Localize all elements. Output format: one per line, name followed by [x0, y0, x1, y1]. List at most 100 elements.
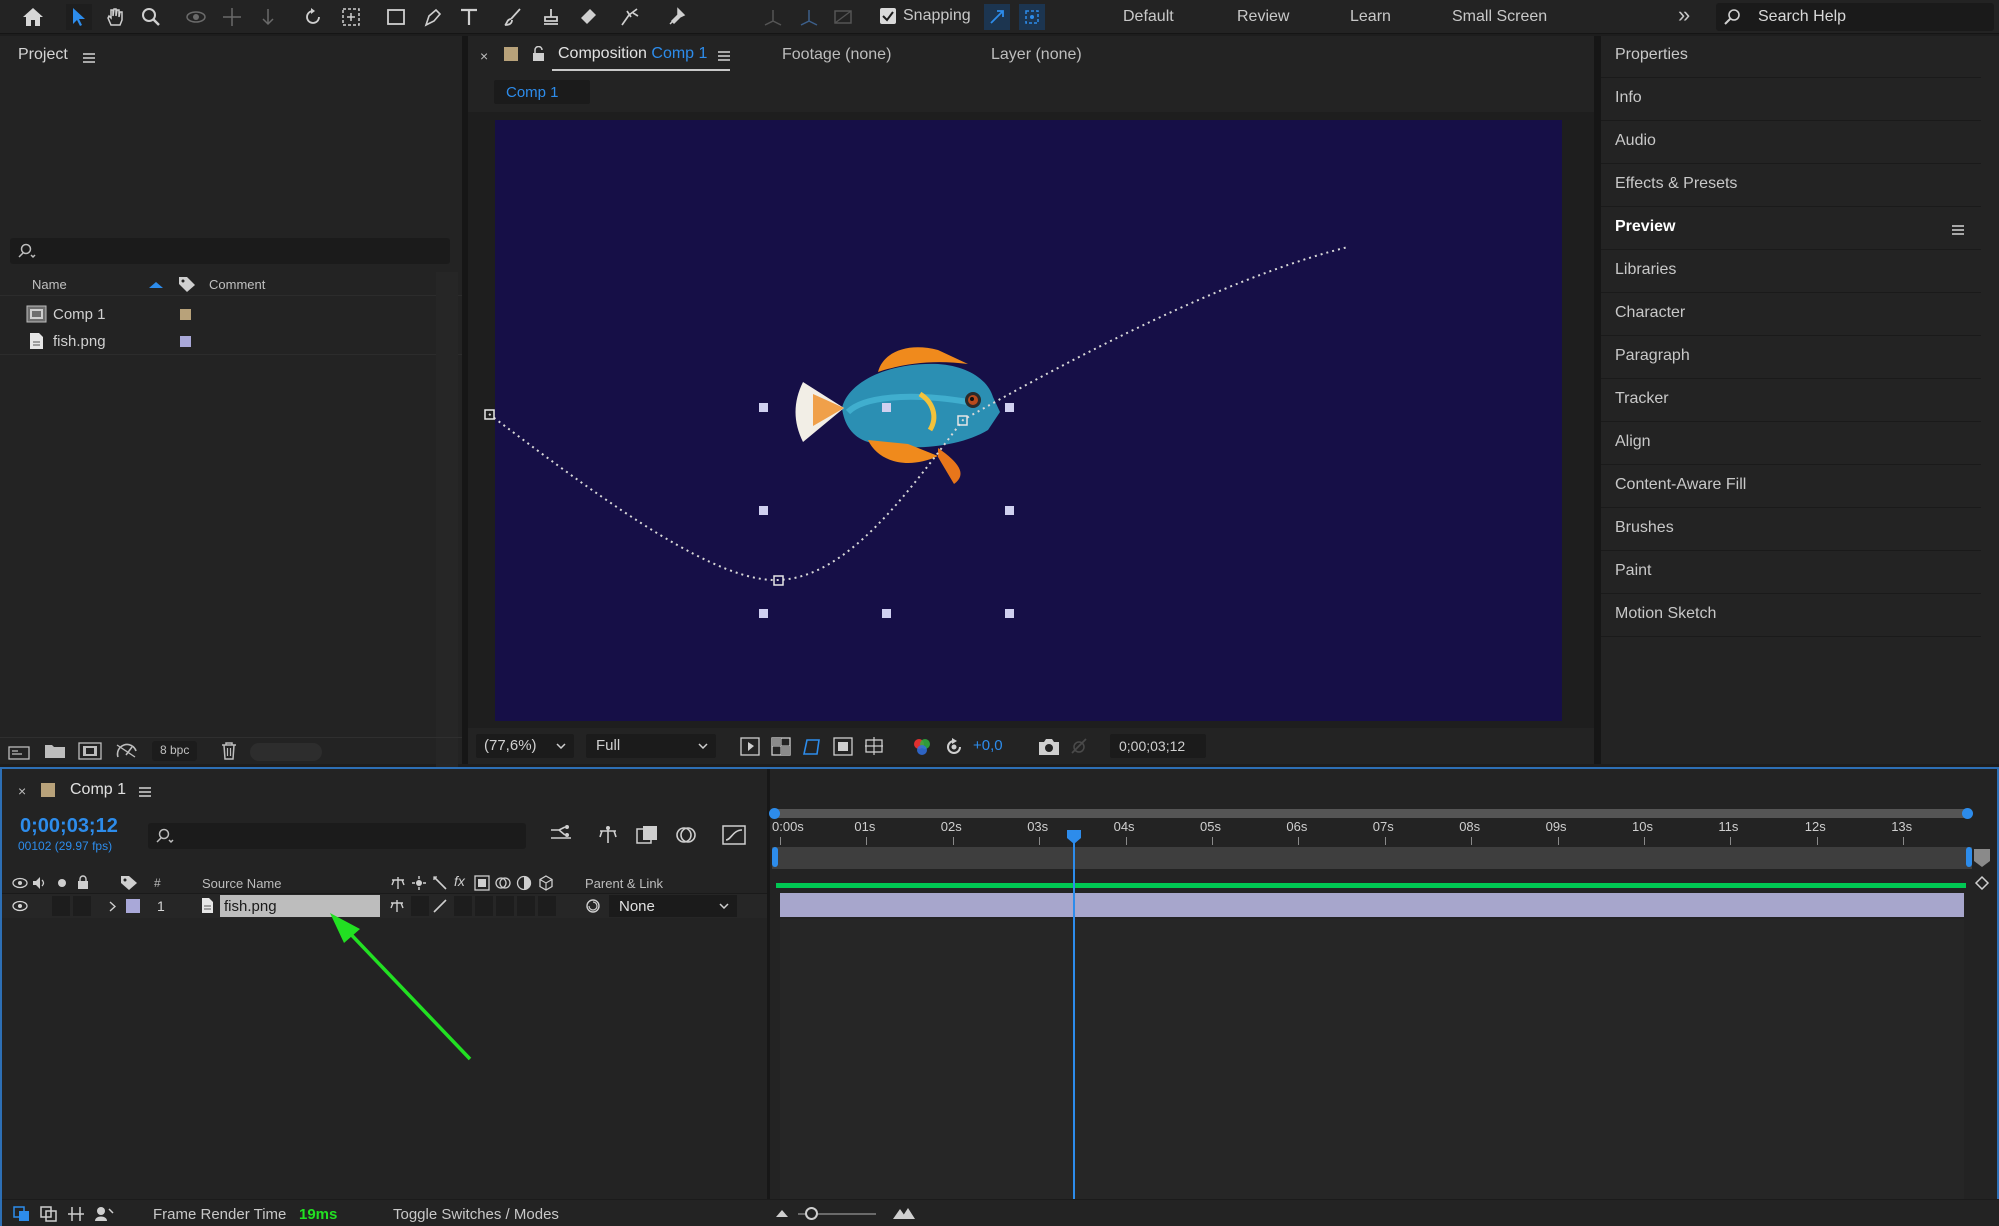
trash-icon[interactable]: [221, 741, 237, 760]
snapping-toggle[interactable]: Snapping: [880, 7, 971, 25]
expand-chevron-icon[interactable]: [109, 901, 116, 912]
character-panel-header[interactable]: Character: [1601, 294, 1981, 336]
zoom-dropdown[interactable]: (77,6%): [476, 734, 574, 758]
properties-panel-header[interactable]: Properties: [1601, 36, 1981, 78]
parent-dropdown[interactable]: None: [609, 895, 737, 917]
show-snapshot-icon[interactable]: [1068, 737, 1090, 756]
comp-breadcrumb[interactable]: Comp 1: [494, 80, 590, 104]
workspace-review[interactable]: Review: [1237, 8, 1289, 26]
info-panel-header[interactable]: Info: [1601, 79, 1981, 121]
3d-layer-header-icon[interactable]: [538, 875, 554, 891]
thumbnail-slider[interactable]: [250, 743, 322, 761]
lock-switch[interactable]: [73, 896, 91, 916]
align-panel-header[interactable]: Align: [1601, 423, 1981, 465]
selection-tool-icon[interactable]: [66, 4, 92, 30]
time-navigator[interactable]: [769, 805, 1973, 819]
lock-icon[interactable]: [532, 46, 545, 62]
viewer-canvas-area[interactable]: [468, 112, 1594, 728]
new-composition-icon[interactable]: [78, 742, 102, 760]
fish-image[interactable]: [795, 347, 1001, 484]
snap-edges-icon[interactable]: [984, 4, 1010, 30]
solo-icon[interactable]: [57, 878, 67, 888]
snapshot-camera-icon[interactable]: [1038, 737, 1060, 756]
current-time-display[interactable]: 0;00;03;12: [20, 815, 118, 838]
sort-ascending-icon[interactable]: [148, 281, 164, 289]
work-area-start-handle[interactable]: [772, 847, 778, 867]
3d-switch[interactable]: [538, 896, 556, 916]
label-color-swatch[interactable]: [180, 309, 191, 320]
shy-layers-icon[interactable]: [596, 824, 620, 846]
bounding-handle[interactable]: [759, 609, 768, 618]
workspace-small-screen[interactable]: Small Screen: [1452, 8, 1547, 26]
eraser-tool-icon[interactable]: [575, 4, 601, 30]
timeline-split-divider[interactable]: [767, 769, 770, 1199]
name-column-header[interactable]: Name: [32, 277, 67, 292]
parent-pickwhip-icon[interactable]: [585, 898, 601, 914]
toggle-switches-modes-button[interactable]: Toggle Switches / Modes: [393, 1206, 559, 1223]
workspace-learn[interactable]: Learn: [1350, 8, 1391, 26]
label-tag-icon[interactable]: [178, 276, 196, 293]
panel-divider[interactable]: [1594, 36, 1601, 764]
preview-panel-header[interactable]: Preview: [1601, 208, 1981, 250]
project-settings-icon[interactable]: [115, 742, 139, 760]
video-visibility-icon[interactable]: [12, 877, 28, 889]
zoom-out-mountain-icon[interactable]: [775, 1208, 789, 1218]
close-tab-icon[interactable]: ×: [18, 783, 26, 799]
new-folder-icon[interactable]: [44, 743, 66, 759]
frame-blend-header-icon[interactable]: [474, 875, 490, 891]
viewer-panel-menu-icon[interactable]: [718, 49, 730, 67]
zoom-in-mountains-icon[interactable]: [892, 1206, 916, 1220]
comment-column-header[interactable]: Comment: [209, 277, 265, 292]
workspace-default[interactable]: Default: [1123, 8, 1174, 26]
composition-tab[interactable]: Composition Comp 1: [558, 45, 707, 63]
close-tab-icon[interactable]: ×: [480, 48, 488, 64]
mask-path-visibility-icon[interactable]: [802, 737, 822, 756]
preview-panel-menu-icon[interactable]: [1952, 223, 1964, 241]
motion-blur-header-icon[interactable]: [495, 875, 511, 891]
bounding-handle[interactable]: [759, 506, 768, 515]
render-time-icon[interactable]: [94, 1205, 114, 1223]
label-tag-icon[interactable]: [120, 875, 138, 891]
navigator-start-handle[interactable]: [769, 808, 780, 819]
bounding-handle[interactable]: [1005, 609, 1014, 618]
bounding-handle[interactable]: [882, 609, 891, 618]
bounding-handle[interactable]: [759, 403, 768, 412]
motion-sketch-panel-header[interactable]: Motion Sketch: [1601, 595, 1981, 637]
view-axis-icon[interactable]: [830, 4, 856, 30]
clone-stamp-icon[interactable]: [538, 4, 564, 30]
paint-panel-header[interactable]: Paint: [1601, 552, 1981, 594]
world-axis-icon[interactable]: [796, 4, 822, 30]
content-aware-fill-panel-header[interactable]: Content-Aware Fill: [1601, 466, 1981, 508]
shy-switch-header-icon[interactable]: [390, 875, 406, 891]
lock-icon[interactable]: [77, 875, 89, 890]
pan-camera-icon[interactable]: [219, 4, 245, 30]
bounding-handle[interactable]: [1005, 506, 1014, 515]
region-of-interest-icon[interactable]: [833, 737, 853, 756]
comp-mini-flowchart-icon[interactable]: [549, 824, 573, 846]
quality-header-icon[interactable]: [432, 875, 448, 891]
graph-editor-icon[interactable]: [721, 822, 747, 846]
type-tool-icon[interactable]: [456, 4, 482, 30]
pen-tool-icon[interactable]: [420, 4, 446, 30]
in-out-stretch-icon[interactable]: [67, 1205, 85, 1223]
project-scrollbar[interactable]: [436, 272, 458, 772]
timeline-comp-tab[interactable]: Comp 1: [70, 781, 126, 799]
viewer-timecode[interactable]: 0;00;03;12: [1110, 734, 1206, 758]
time-navigator-bar[interactable]: [772, 809, 1972, 818]
layer-label-swatch[interactable]: [126, 899, 140, 913]
grid-guides-icon[interactable]: [864, 736, 884, 756]
collapse-transform-header-icon[interactable]: [411, 875, 427, 891]
paragraph-panel-header[interactable]: Paragraph: [1601, 337, 1981, 379]
audio-speaker-icon[interactable]: [32, 876, 48, 890]
brush-tool-icon[interactable]: [500, 4, 526, 30]
exposure-value[interactable]: +0,0: [973, 737, 1003, 754]
dolly-camera-icon[interactable]: [255, 4, 281, 30]
footage-tab[interactable]: Footage (none): [782, 46, 891, 64]
timeline-zoom-slider-knob[interactable]: [805, 1207, 818, 1220]
solo-switch[interactable]: [52, 896, 70, 916]
bounding-handle[interactable]: [882, 403, 891, 412]
project-item-comp-1[interactable]: Comp 1: [0, 302, 462, 328]
project-item-fish-png[interactable]: fish.png: [0, 329, 462, 355]
pan-behind-icon[interactable]: [338, 4, 364, 30]
layer-duration-bar[interactable]: [780, 893, 1964, 917]
